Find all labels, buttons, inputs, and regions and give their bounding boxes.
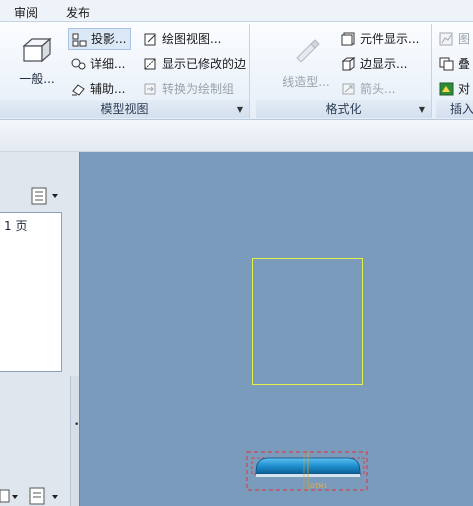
auxiliary-view-label: 辅助...	[90, 82, 126, 96]
page-list[interactable]: 1 页	[0, 212, 62, 372]
drawing-sheet-frame	[252, 258, 363, 385]
modified-edges-icon	[144, 58, 156, 70]
arrow-icon	[342, 83, 355, 95]
convert-to-draw-group-button[interactable]: 转换为绘制组	[140, 78, 238, 100]
bottom-toolbar-icons[interactable]	[0, 486, 70, 506]
edge-display-icon	[341, 57, 356, 71]
edge-display-button[interactable]: 边显示...	[338, 53, 411, 75]
projection-icon	[72, 33, 87, 47]
drawing-view-icon	[144, 33, 156, 46]
show-modified-edges-button[interactable]: 显示已修改的边	[140, 53, 250, 75]
page-list-item[interactable]: 1 页	[4, 217, 27, 234]
projection-view-label: 投影...	[91, 32, 127, 46]
line-style-button[interactable]: 线造型...	[276, 36, 336, 96]
projection-view-button[interactable]: 投影...	[68, 28, 132, 50]
line-style-label: 线造型...	[282, 75, 330, 89]
general-view-button[interactable]: 一般...	[10, 36, 64, 96]
line-style-icon	[296, 39, 320, 63]
left-panel-bottom-toolbar	[0, 486, 70, 506]
graph-label: 图	[458, 32, 471, 46]
menu-item-publish[interactable]: 发布	[66, 4, 90, 21]
element-display-label: 元件显示...	[360, 32, 420, 46]
graph-button[interactable]: 图	[436, 28, 473, 50]
graph-icon	[439, 32, 453, 46]
menu-bar: 审阅 发布	[0, 0, 473, 22]
drawing-view-label: 绘图视图...	[162, 32, 222, 46]
overlay-icon	[439, 57, 454, 71]
ribbon-group-format: 线造型... 元件显示... 边显示... 箭头... 格式化 ▼	[256, 24, 432, 118]
ribbon-group-model-view: 一般... 投影... 详细... 辅助... 绘图视图... 显示已修改的边 …	[0, 24, 250, 118]
arrow-button[interactable]: 箭头...	[338, 78, 399, 100]
auxiliary-view-button[interactable]: 辅助...	[68, 78, 129, 100]
convert-icon	[144, 83, 156, 95]
model-view-group-label: 模型视图	[0, 100, 249, 118]
element-display-icon	[341, 32, 355, 46]
arrow-label: 箭头...	[360, 82, 396, 96]
ribbon-group-insert: 图 叠 对 插入	[436, 24, 473, 118]
toolbar-strip	[0, 120, 473, 152]
model-view-preview[interactable]: DTM1	[246, 450, 370, 494]
edge-display-label: 边显示...	[360, 57, 408, 71]
auxiliary-view-icon	[72, 84, 85, 96]
format-dialog-launcher-icon[interactable]: ▼	[419, 105, 425, 114]
detailed-view-button[interactable]: 详细...	[68, 53, 129, 75]
page-list-menu-button[interactable]	[30, 186, 62, 206]
detailed-view-label: 详细...	[90, 57, 126, 71]
overlay-button[interactable]: 叠	[436, 53, 473, 75]
object-button[interactable]: 对	[436, 78, 473, 100]
dimension-label: DTM1	[310, 483, 327, 490]
element-display-button[interactable]: 元件显示...	[338, 28, 423, 50]
insert-group-label: 插入	[436, 100, 473, 118]
object-icon	[439, 82, 454, 96]
model-view-dialog-launcher-icon[interactable]: ▼	[237, 105, 243, 114]
general-view-icon	[22, 37, 52, 63]
menu-item-review[interactable]: 审阅	[14, 4, 38, 21]
detailed-view-icon	[71, 58, 86, 70]
ribbon: 一般... 投影... 详细... 辅助... 绘图视图... 显示已修改的边 …	[0, 22, 473, 120]
convert-to-draw-group-label: 转换为绘制组	[162, 82, 235, 96]
overlay-label: 叠	[458, 57, 471, 71]
object-label: 对	[458, 82, 471, 96]
list-menu-icon	[31, 187, 58, 205]
show-modified-edges-label: 显示已修改的边	[162, 57, 247, 71]
drawing-view-button[interactable]: 绘图视图...	[140, 28, 225, 50]
general-view-label: 一般...	[19, 72, 55, 86]
format-group-label: 格式化	[256, 100, 431, 118]
